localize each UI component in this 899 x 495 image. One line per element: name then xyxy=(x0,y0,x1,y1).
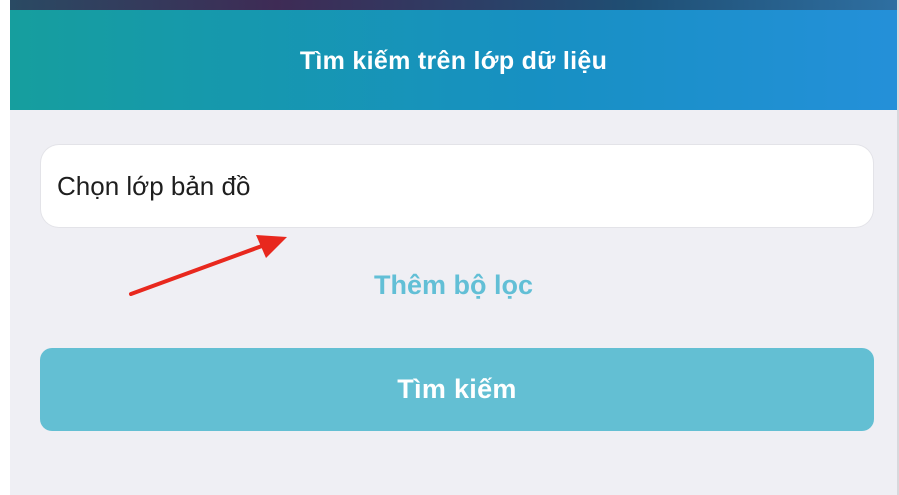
screen: Tìm kiếm trên lớp dữ liệu Chọn lớp bản đ… xyxy=(0,0,899,495)
layer-select-field[interactable]: Chọn lớp bản đồ xyxy=(41,145,873,227)
status-strip xyxy=(10,0,897,10)
search-button-label: Tìm kiếm xyxy=(397,374,517,404)
add-filter-label: Thêm bộ lọc xyxy=(373,270,533,300)
header-bar: Tìm kiếm trên lớp dữ liệu xyxy=(10,10,897,110)
layer-select-value: Chọn lớp bản đồ xyxy=(57,170,251,201)
search-button[interactable]: Tìm kiếm xyxy=(40,348,874,431)
search-panel: Chọn lớp bản đồ Thêm bộ lọc Tìm kiếm xyxy=(10,110,897,495)
add-filter-link[interactable]: Thêm bộ lọc xyxy=(10,270,897,301)
page-title: Tìm kiếm trên lớp dữ liệu xyxy=(299,46,608,75)
